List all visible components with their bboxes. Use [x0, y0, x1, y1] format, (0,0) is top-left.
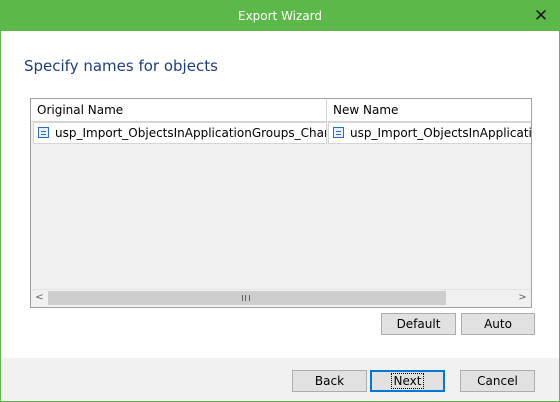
title-bar[interactable]: Export Wizard ✕: [1, 1, 559, 31]
scrollbar-thumb[interactable]: [48, 291, 446, 305]
grid-header: Original Name New Name: [31, 99, 531, 122]
next-button-label: Next: [390, 373, 425, 389]
back-button[interactable]: Back: [292, 370, 367, 392]
original-name-text: usp_Import_ObjectsInApplicationGroups_Ch…: [55, 126, 327, 140]
back-button-label: Back: [314, 374, 345, 388]
grip-icon: [242, 295, 250, 301]
table-row[interactable]: usp_Import_ObjectsInApplicationGroups_Ch…: [31, 122, 531, 144]
column-header-original-name[interactable]: Original Name: [31, 99, 327, 121]
original-name-cell[interactable]: usp_Import_ObjectsInApplicationGroups_Ch…: [33, 122, 327, 144]
column-header-new-name[interactable]: New Name: [327, 99, 531, 121]
close-icon[interactable]: ✕: [529, 1, 553, 31]
wizard-footer: Back Next Cancel: [1, 358, 559, 401]
page-title: Specify names for objects: [24, 57, 218, 75]
default-button[interactable]: Default: [381, 313, 456, 335]
window-title: Export Wizard: [237, 9, 323, 23]
auto-button[interactable]: Auto: [461, 313, 535, 335]
cancel-button[interactable]: Cancel: [460, 370, 535, 392]
stored-procedure-icon: [333, 127, 344, 138]
horizontal-scrollbar[interactable]: < >: [31, 289, 531, 307]
scroll-left-icon[interactable]: <: [31, 290, 48, 307]
new-name-text: usp_Import_ObjectsInApplicationGroups_Ch…: [350, 126, 532, 140]
export-wizard-window: Export Wizard ✕ Specify names for object…: [0, 0, 560, 402]
names-grid[interactable]: Original Name New Name usp_Import_Object…: [30, 98, 532, 308]
next-button[interactable]: Next: [370, 370, 445, 392]
default-button-label: Default: [396, 317, 441, 331]
stored-procedure-icon: [38, 127, 49, 138]
wizard-content: Specify names for objects Original Name …: [1, 31, 559, 358]
scroll-right-icon[interactable]: >: [514, 290, 531, 307]
auto-button-label: Auto: [484, 317, 512, 331]
cancel-button-label: Cancel: [477, 374, 518, 388]
new-name-cell[interactable]: usp_Import_ObjectsInApplicationGroups_Ch…: [328, 122, 532, 144]
